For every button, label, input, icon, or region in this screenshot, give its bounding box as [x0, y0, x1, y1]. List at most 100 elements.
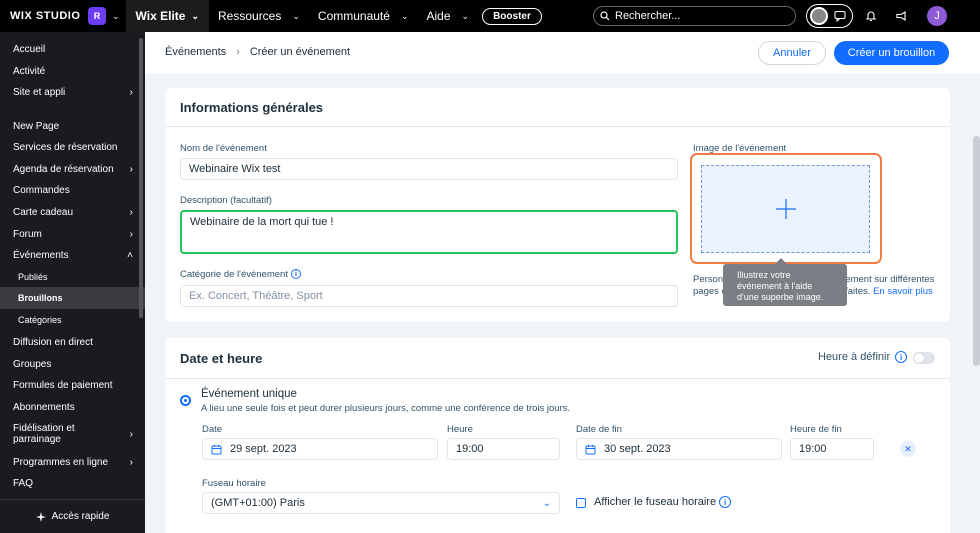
bell-icon [865, 11, 877, 22]
chevron-right-icon: › [129, 164, 133, 175]
start-date-value: 29 sept. 2023 [230, 443, 297, 455]
create-draft-button[interactable]: Créer un brouillon [834, 41, 949, 65]
nav-community[interactable]: Communauté ⌄ [309, 9, 418, 23]
notifications-button[interactable] [859, 10, 883, 22]
search-input[interactable]: Rechercher... [593, 6, 796, 26]
sidebar-item-new-page[interactable]: New Page [13, 121, 133, 132]
info-icon[interactable]: i [895, 351, 908, 364]
divider [165, 378, 950, 379]
sidebar-item-label: Services de réservation [13, 142, 118, 153]
quick-access-label: Accès rapide [51, 511, 110, 522]
page-header: Événements › Créer un événement Annuler … [145, 32, 980, 74]
description-textarea[interactable]: Webinaire de la mort qui tue ! [180, 210, 678, 254]
plan-menu[interactable]: Wix Elite ⌄ [125, 0, 209, 32]
end-time-label: Heure de fin [790, 424, 842, 435]
section-title: Informations générales [180, 100, 324, 115]
breadcrumb-events[interactable]: Événements [165, 46, 226, 58]
sidebar-item-activity[interactable]: Activité [13, 66, 133, 77]
sidebar-item-forum[interactable]: Forum › [13, 229, 133, 240]
chevron-down-icon[interactable]: ⌄ [112, 11, 120, 22]
info-icon[interactable]: i [719, 496, 732, 509]
sidebar-item-label: Carte cadeau [13, 207, 74, 218]
sidebar-item-gift-card[interactable]: Carte cadeau › [13, 207, 133, 218]
show-timezone-checkbox[interactable] [576, 498, 586, 508]
chevron-down-icon: ⌄ [400, 10, 409, 21]
quick-access-button[interactable]: Accès rapide [0, 499, 145, 533]
sidebar-item-categories[interactable]: Catégories [18, 315, 138, 325]
sparkle-icon [35, 511, 46, 522]
sidebar-item-label: Publiés [18, 272, 48, 282]
site-switcher-avatar[interactable]: R [88, 7, 106, 25]
sidebar-item-label: New Page [13, 121, 60, 132]
booster-button[interactable]: Booster [482, 7, 542, 25]
sidebar-item-loyalty[interactable]: Fidélisation et parrainage › [13, 423, 133, 445]
sidebar-item-site-app[interactable]: Site et appli › [13, 87, 133, 98]
image-tooltip: Illustrez votre événement à l'aide d'une… [723, 258, 847, 306]
clear-end-date-button[interactable]: ✕ [900, 441, 916, 457]
image-upload-area[interactable] [701, 165, 870, 253]
description-value: Webinaire de la mort qui tue ! [190, 216, 334, 228]
nav-help-label: Aide [426, 9, 451, 23]
end-date-input[interactable]: 30 sept. 2023 [576, 438, 782, 460]
top-bar: WIX STUDIO R ⌄ Wix Elite ⌄ Ressources ⌄ C… [0, 0, 980, 32]
sidebar-item-published[interactable]: Publiés [18, 272, 138, 282]
divider [165, 126, 950, 127]
single-event-desc: A lieu une seule fois et peut durer plus… [201, 403, 571, 414]
start-time-value: 19:00 [456, 443, 484, 455]
start-date-input[interactable]: 29 sept. 2023 [202, 438, 438, 460]
sidebar-item-label: Fidélisation et parrainage [13, 423, 75, 445]
timezone-label: Fuseau horaire [202, 478, 266, 489]
announcements-button[interactable] [889, 10, 913, 22]
sidebar-item-online-programs[interactable]: Programmes en ligne › [13, 457, 133, 468]
sidebar-item-label: Agenda de réservation [13, 164, 114, 175]
sidebar-scrollbar[interactable] [139, 38, 143, 318]
sidebar-item-faq[interactable]: FAQ [13, 478, 133, 489]
learn-more-link[interactable]: En savoir plus [873, 286, 933, 297]
time-tbd-toggle[interactable] [913, 352, 935, 364]
calendar-icon [585, 444, 596, 454]
user-avatar[interactable]: J [927, 6, 947, 26]
end-time-input[interactable]: 19:00 [790, 438, 874, 460]
nav-help[interactable]: Aide ⌄ [418, 9, 479, 23]
sidebar-item-subscriptions[interactable]: Abonnements [13, 402, 133, 413]
event-name-input[interactable]: Webinaire Wix test [180, 158, 678, 180]
sidebar-item-payment-plans[interactable]: Formules de paiement [13, 380, 133, 391]
sidebar-item-label: Commandes [13, 185, 70, 196]
sidebar-item-events[interactable]: Événements ˄ [13, 250, 133, 261]
sidebar-item-label: Catégories [18, 315, 62, 325]
sidebar-item-label: Programmes en ligne [13, 457, 109, 468]
sidebar-item-label: Accueil [13, 44, 46, 55]
show-timezone-label: Afficher le fuseau horaire i [594, 496, 732, 509]
breadcrumb: Événements › Créer un événement [165, 46, 350, 58]
sidebar-item-label: Forum [13, 229, 42, 240]
chat-icon [834, 10, 846, 22]
page-scrollbar[interactable] [973, 136, 980, 366]
timezone-select[interactable]: (GMT+01:00) Paris ⌄ [202, 492, 560, 514]
category-input[interactable]: Ex. Concert, Théâtre, Sport [180, 285, 678, 307]
wix-studio-logo[interactable]: WIX STUDIO [0, 10, 80, 22]
end-time-value: 19:00 [799, 443, 827, 455]
sidebar-item-drafts[interactable]: Brouillons [18, 293, 138, 303]
info-icon[interactable]: i [290, 269, 301, 280]
sidebar-item-label: Brouillons [18, 293, 63, 303]
start-time-input[interactable]: 19:00 [447, 438, 560, 460]
start-time-label: Heure [447, 424, 473, 435]
nav-community-label: Communauté [317, 9, 390, 23]
close-icon: ✕ [904, 443, 912, 454]
sidebar-item-live-stream[interactable]: Diffusion en direct [13, 337, 133, 348]
inbox-pill[interactable] [806, 4, 853, 28]
sidebar-item-booking-services[interactable]: Services de réservation [13, 142, 133, 153]
main-content: Événements › Créer un événement Annuler … [145, 32, 980, 533]
chevron-up-icon: ˄ [127, 250, 133, 261]
cancel-button[interactable]: Annuler [758, 41, 826, 65]
event-name-label: Nom de l'événement [180, 143, 267, 154]
sidebar-item-orders[interactable]: Commandes [13, 185, 133, 196]
nav-resources[interactable]: Ressources ⌄ [209, 9, 309, 23]
sidebar-item-groups[interactable]: Groupes [13, 359, 133, 370]
plus-icon [775, 199, 796, 219]
sidebar-item-booking-calendar[interactable]: Agenda de réservation › [13, 164, 133, 175]
category-label-text: Catégorie de l'événement [180, 269, 288, 280]
single-event-radio[interactable] [180, 395, 191, 406]
megaphone-icon [896, 11, 906, 21]
sidebar-item-home[interactable]: Accueil [13, 44, 133, 55]
